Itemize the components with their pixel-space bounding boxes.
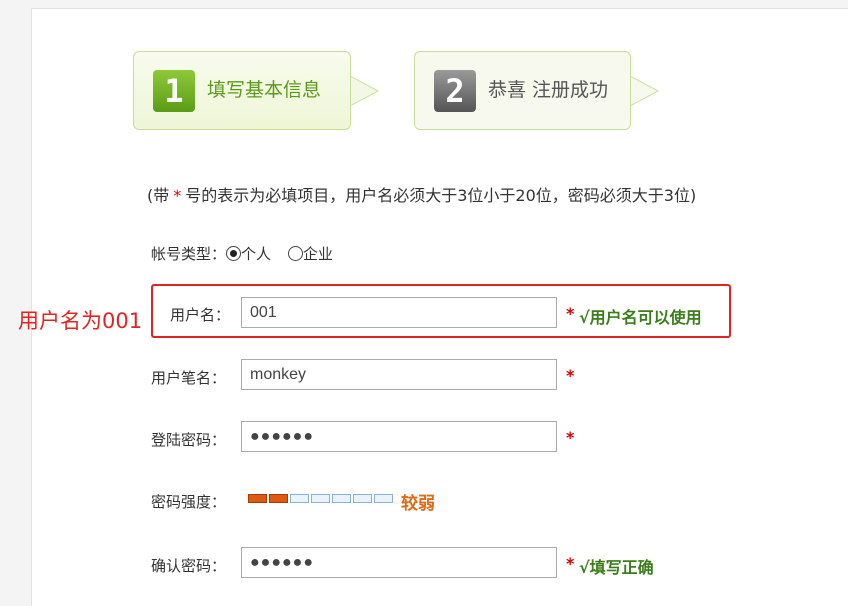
radio-personal[interactable] [226,246,242,261]
confirm-password-input[interactable]: ●●●●●● [241,547,557,578]
account-type-label: 帐号类型： [151,245,227,263]
nickname-input[interactable]: monkey [241,359,557,390]
strength-segment [248,494,267,503]
required-star: * [566,304,575,323]
required-fields-note: (带 * 号的表示为必填项目，用户名必须大于3位小于20位，密码必须大于3位) [147,186,697,205]
required-star: * [566,366,575,385]
step-label: 填写基本信息 [207,79,322,101]
strength-segment [311,494,330,503]
confirm-password-label: 确认密码： [151,557,227,575]
strength-segment [353,494,372,503]
password-input[interactable]: ●●●●●● [241,421,557,452]
confirm-hint: √填写正确 [579,558,654,577]
radio-personal-label: 个人 [241,245,272,263]
radio-enterprise[interactable] [287,246,303,261]
username-hint: √用户名可以使用 [579,308,702,327]
required-star: * [566,554,575,573]
step-label: 恭喜 注册成功 [488,79,609,101]
strength-segment [269,494,288,503]
username-label: 用户名： [170,306,231,324]
account-type-row: 帐号类型： 个人 企业 [151,243,333,264]
strength-segment [374,494,393,503]
step-number-icon: 2 [434,70,476,112]
required-star: * [173,186,182,205]
annotation-text: 用户名为001 [18,309,143,333]
step-1-tab: 1 填写基本信息 [133,51,379,130]
password-strength-meter [248,494,393,503]
strength-label: 密码强度： [151,493,227,511]
step-number-icon: 1 [153,70,195,112]
password-label: 登陆密码： [151,431,227,449]
username-input[interactable]: 001 [241,297,557,328]
required-star: * [566,428,575,447]
step-2-tab: 2 恭喜 注册成功 [414,51,659,130]
radio-enterprise-label: 企业 [302,245,333,263]
nickname-label: 用户笔名： [151,369,227,387]
strength-segment [332,494,351,503]
strength-text: 较弱 [401,494,435,514]
strength-segment [290,494,309,503]
